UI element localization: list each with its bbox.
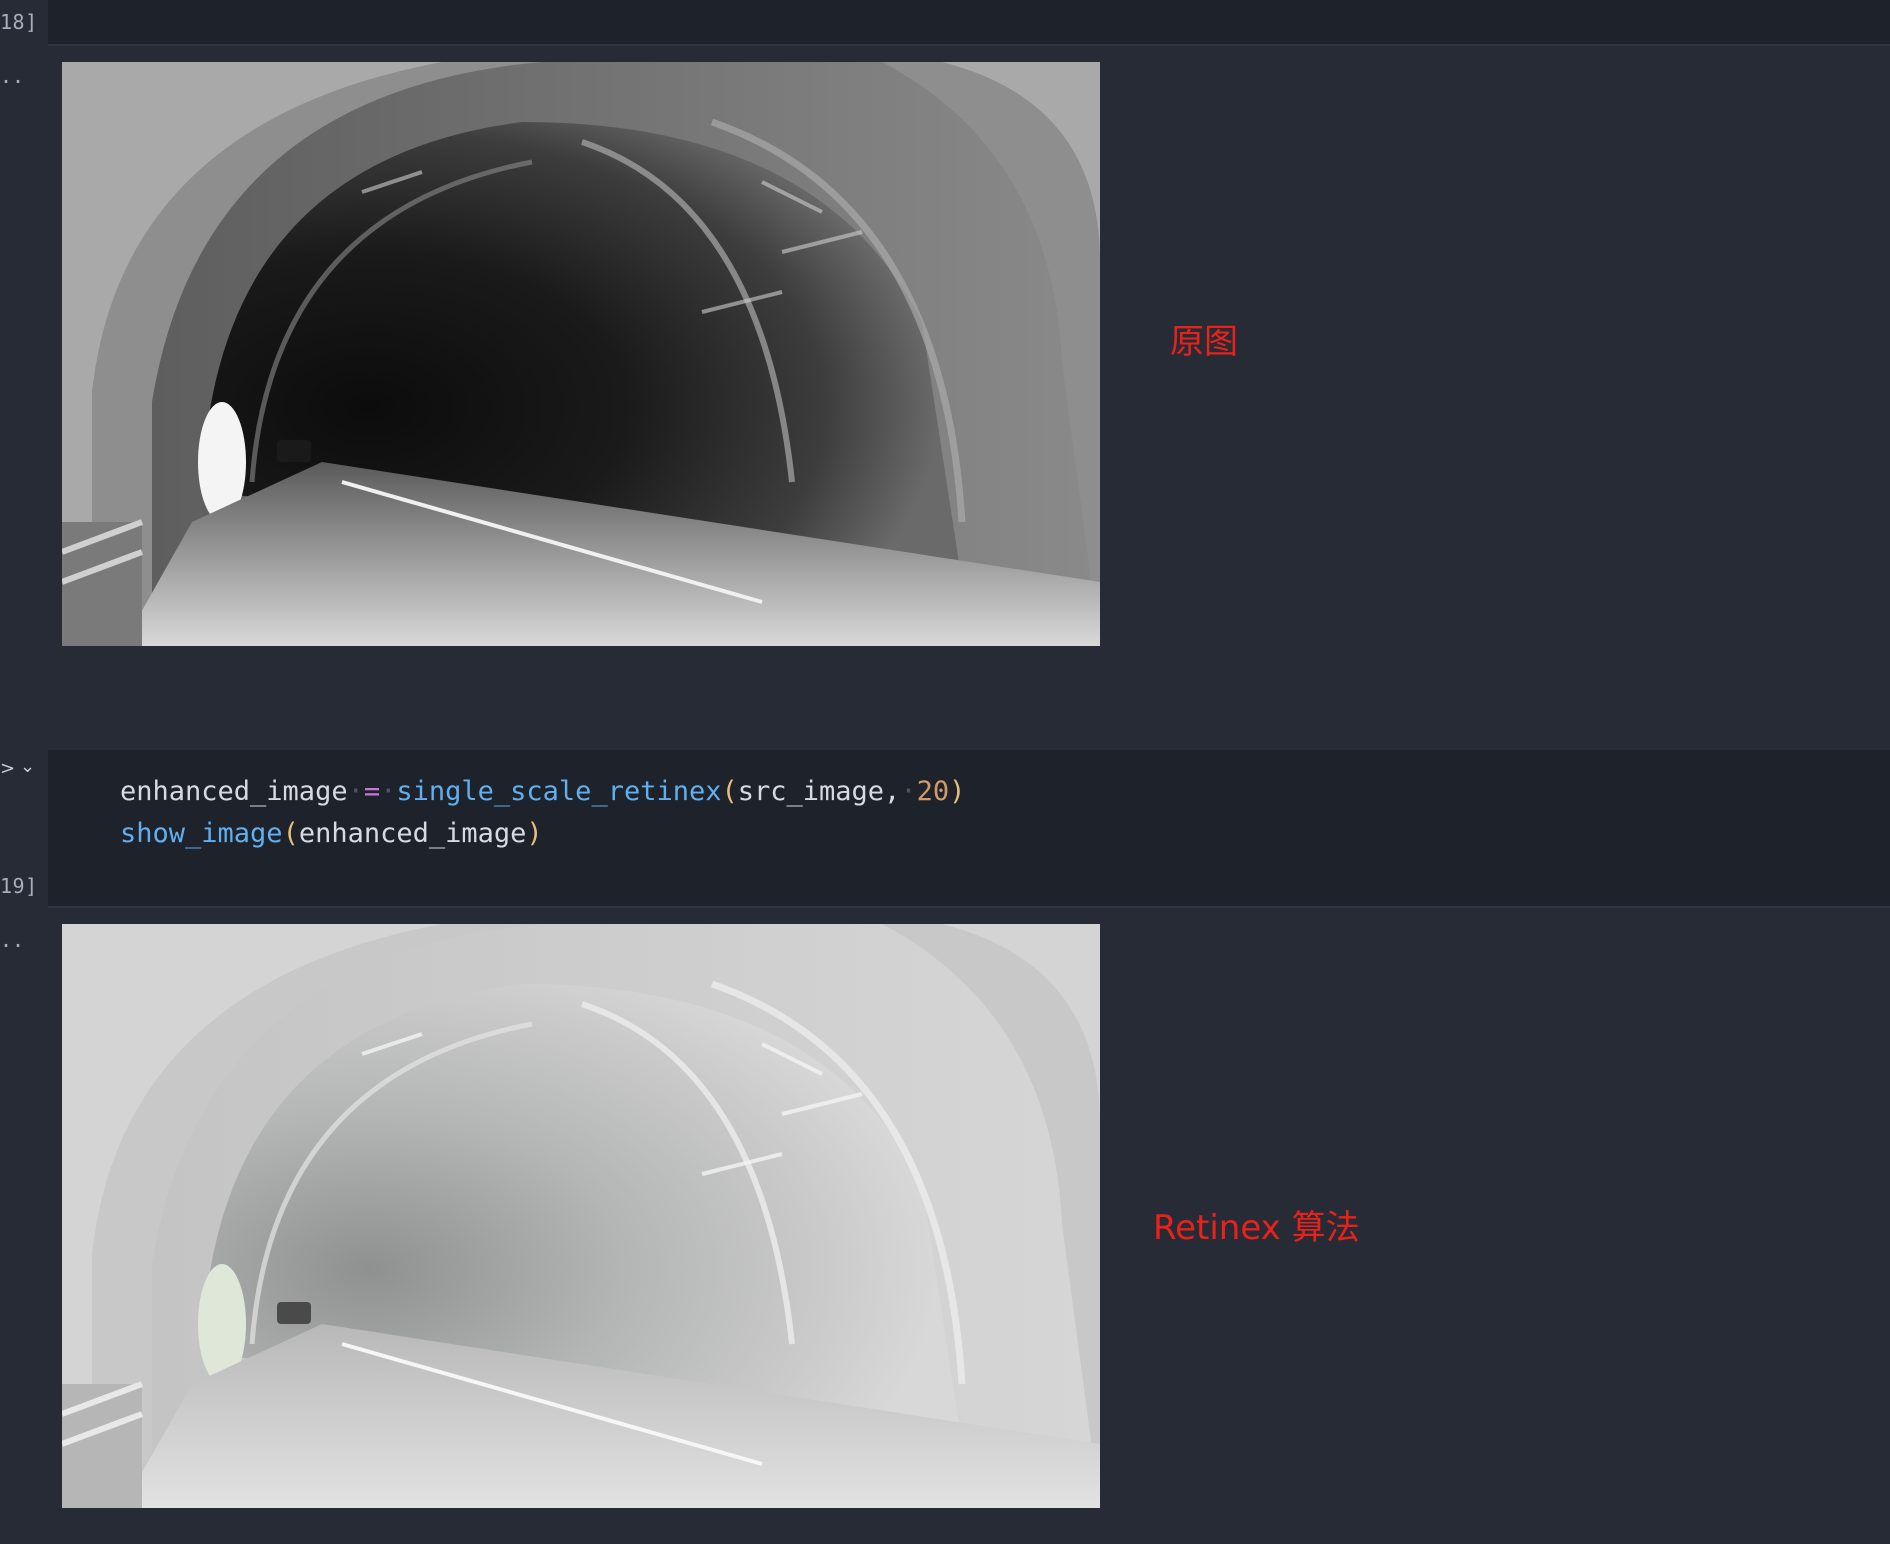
code-line-2[interactable]: show_image(enhanced_image): [120, 818, 543, 849]
code-operator: =: [363, 776, 381, 807]
tunnel-dark-graphic: [62, 62, 1100, 646]
execution-count-18: 18]: [0, 10, 38, 34]
cell-divider: [48, 906, 1890, 908]
code-line-1[interactable]: enhanced_image·=·single_scale_retinex(sr…: [120, 776, 965, 807]
code-paren-open: (: [282, 818, 299, 849]
output-prompt-18: ..: [0, 64, 25, 88]
code-paren-close: ): [526, 818, 543, 849]
whitespace-marker: ·: [900, 776, 917, 807]
code-function-call: single_scale_retinex: [396, 776, 722, 807]
chevron-down-icon[interactable]: ⌄: [20, 756, 35, 777]
retinex-image-annotation: Retinex 算法: [1153, 1208, 1360, 1248]
code-cell-18-editor[interactable]: [48, 0, 1890, 44]
original-tunnel-image: [62, 62, 1100, 646]
execution-count-19: 19]: [0, 874, 38, 898]
tunnel-enhanced-graphic: [62, 924, 1100, 1508]
code-argument: enhanced_image: [298, 818, 527, 849]
original-image-annotation: 原图: [1170, 322, 1238, 362]
notebook-page: 18] .. 原图 > ⌄ enhanced_image·=·single_sc…: [0, 0, 1890, 1544]
whitespace-marker: ·: [380, 776, 397, 807]
whitespace-marker: ·: [347, 776, 364, 807]
code-paren-close: ): [949, 776, 966, 807]
output-prompt-19: ..: [0, 928, 25, 952]
play-icon[interactable]: >: [0, 758, 15, 779]
cell-divider: [48, 44, 1890, 46]
code-number: 20: [916, 776, 950, 807]
code-function-call: show_image: [120, 818, 283, 849]
enhanced-tunnel-image: [62, 924, 1100, 1508]
code-paren-open: (: [721, 776, 738, 807]
code-argument: src_image,: [737, 776, 901, 807]
code-variable: enhanced_image: [120, 776, 348, 807]
